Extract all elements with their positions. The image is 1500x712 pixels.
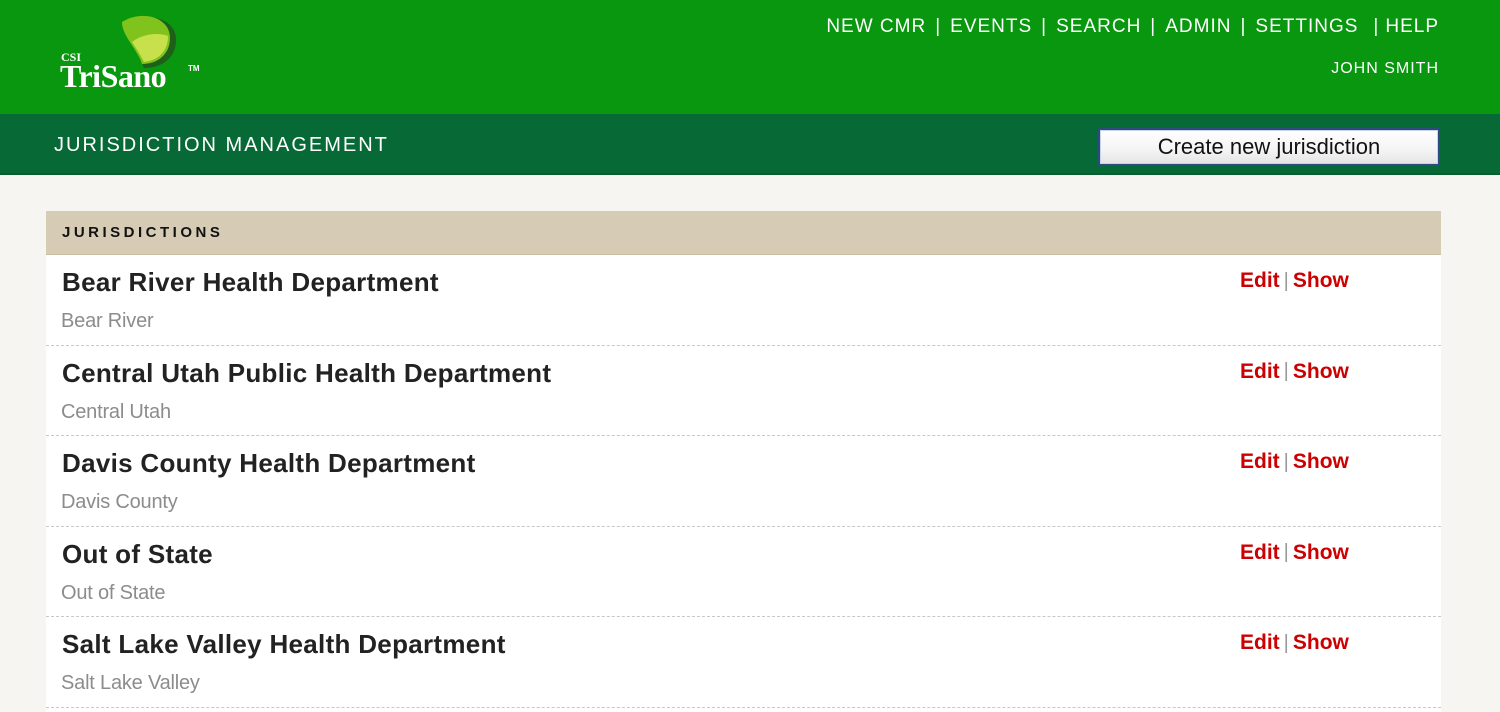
list-item: Davis County Health Department Davis Cou… [46,436,1441,527]
jurisdiction-name: Bear River Health Department [62,267,439,297]
row-actions: Edit | Show [1240,269,1349,293]
edit-link[interactable]: Edit [1240,450,1280,474]
list-item: Out of State Out of State Edit | Show [46,526,1441,617]
nav-search[interactable]: SEARCH [1056,16,1141,38]
jurisdiction-name: Salt Lake Valley Health Department [62,629,506,659]
jurisdiction-short-name: Central Utah [61,400,171,423]
nav-help[interactable]: HELP [1385,16,1439,38]
action-separator: | [1283,631,1289,654]
panel-header: JURISDICTIONS [46,211,1441,255]
jurisdiction-name: Out of State [62,538,213,569]
row-actions: Edit | Show [1240,631,1349,655]
nav-events[interactable]: EVENTS [950,16,1032,38]
show-link[interactable]: Show [1293,450,1349,474]
nav-separator: | [1150,16,1157,37]
jurisdiction-name: Central Utah Public Health Department [62,357,552,388]
jurisdiction-name: Davis County Health Department [62,448,476,478]
action-separator: | [1283,450,1289,473]
page-title: JURISDICTION MANAGEMENT [54,134,389,156]
jurisdictions-panel: JURISDICTIONS Bear River Health Departme… [46,211,1441,712]
edit-link[interactable]: Edit [1240,360,1280,384]
logo-brand-text: TriSano [60,58,167,94]
main-nav: NEW CMR | EVENTS | SEARCH | ADMIN | SETT… [826,16,1439,38]
create-jurisdiction-button[interactable]: Create new jurisdiction [1098,128,1440,166]
jurisdiction-short-name: Salt Lake Valley [61,672,200,694]
trisano-logo[interactable]: CSI TriSano TM [60,14,210,98]
jurisdiction-short-name: Bear River [61,310,154,332]
edit-link[interactable]: Edit [1240,631,1280,655]
list-item: Salt Lake Valley Health Department Salt … [46,617,1441,708]
show-link[interactable]: Show [1293,360,1349,384]
nav-settings[interactable]: SETTINGS [1255,16,1358,38]
show-link[interactable]: Show [1293,631,1349,655]
nav-separator: | [1373,16,1380,37]
panel-header-title: JURISDICTIONS [62,224,224,241]
page-title-bar: JURISDICTION MANAGEMENT Create new juris… [0,114,1500,175]
current-user-name[interactable]: JOHN SMITH [1331,60,1439,78]
action-separator: | [1283,269,1289,292]
row-actions: Edit | Show [1240,360,1349,384]
top-header: CSI TriSano TM NEW CMR | EVENTS | SEARCH… [0,0,1500,114]
jurisdiction-short-name: Davis County [61,491,178,513]
list-item: Bear River Health Department Bear River … [46,255,1441,346]
row-actions: Edit | Show [1240,450,1349,474]
action-separator: | [1283,541,1289,563]
nav-admin[interactable]: ADMIN [1165,16,1231,38]
show-link[interactable]: Show [1293,541,1349,565]
nav-separator: | [1041,16,1048,37]
logo-trademark: TM [188,64,200,73]
jurisdiction-short-name: Out of State [61,581,166,604]
edit-link[interactable]: Edit [1240,269,1280,293]
row-actions: Edit | Show [1240,541,1349,565]
nav-new-cmr[interactable]: NEW CMR [826,16,926,38]
action-separator: | [1283,360,1289,382]
edit-link[interactable]: Edit [1240,541,1280,565]
nav-separator: | [1240,16,1247,37]
nav-separator: | [935,16,942,37]
show-link[interactable]: Show [1293,269,1349,293]
list-item: Central Utah Public Health Department Ce… [46,345,1441,436]
